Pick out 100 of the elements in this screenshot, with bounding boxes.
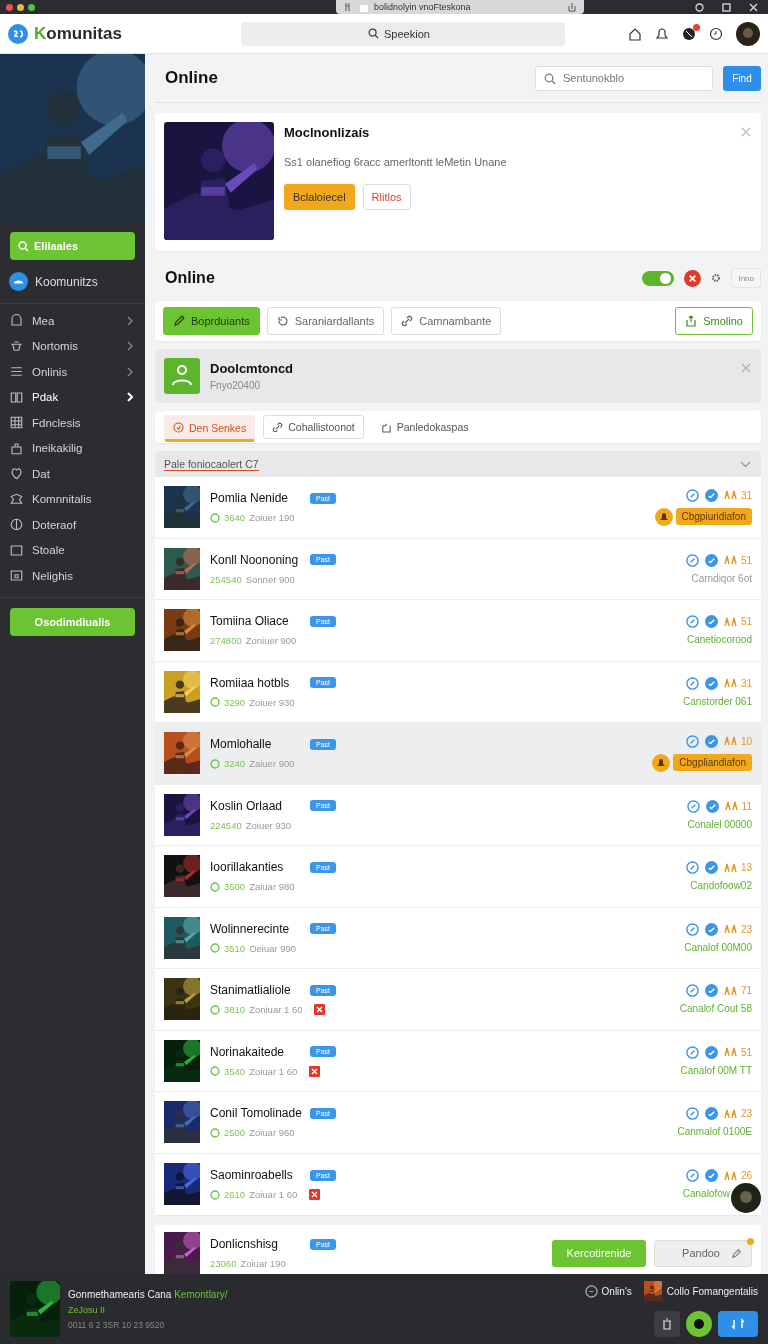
people-icon: [164, 358, 200, 394]
nav-item[interactable]: Fdnclesis: [0, 410, 145, 436]
secondary-button[interactable]: Pandoo: [654, 1239, 752, 1267]
nav-item[interactable]: Mea: [0, 308, 145, 334]
nav-item[interactable]: Stoale: [0, 537, 145, 563]
check-circle-icon[interactable]: [704, 861, 718, 875]
shield-icon[interactable]: [695, 2, 704, 12]
bell-icon[interactable]: [655, 26, 669, 41]
nav-item[interactable]: Doteraof: [0, 512, 145, 538]
status-text: Candofoow02: [690, 880, 752, 892]
maximize-icon[interactable]: [722, 2, 731, 12]
row-subtitle: Sonner 900: [245, 573, 295, 585]
pencil-circle-icon[interactable]: [685, 615, 699, 629]
check-circle-icon[interactable]: [704, 553, 718, 567]
row-code: 3640: [224, 512, 246, 524]
nav-item[interactable]: Onlinis: [0, 359, 145, 385]
secondary-button[interactable]: Rlitlos: [362, 184, 411, 210]
address-text: bolidnolyin vnoFteskona: [374, 2, 472, 12]
toggle-switch[interactable]: [642, 270, 675, 286]
row-title: Koslin Orlaad: [210, 798, 284, 813]
check-circle-icon[interactable]: [704, 1169, 718, 1183]
close-circle-icon[interactable]: [684, 269, 702, 287]
list-header[interactable]: Pale foniocaolert C7: [155, 451, 761, 477]
row-subtitle: Zoiuar 1 60: [249, 1065, 298, 1077]
row-title: Ioorillakanties: [210, 860, 285, 875]
avatar[interactable]: [736, 21, 760, 46]
tab[interactable]: Camnambante: [391, 307, 502, 335]
rating: 11: [741, 800, 752, 812]
tab[interactable]: Cohallistoonot: [263, 415, 364, 439]
nav-icon: [9, 491, 24, 507]
row-title: Norinakaitede: [210, 1044, 286, 1059]
trash-button[interactable]: [654, 1311, 680, 1337]
pencil-circle-icon[interactable]: [685, 922, 699, 936]
address-bar[interactable]: bolidnolyin vnoFteskona: [336, 0, 584, 14]
search-field[interactable]: Speekion: [241, 21, 565, 46]
status-text: Canetiocorood: [686, 634, 752, 646]
check-circle-icon[interactable]: [704, 488, 718, 502]
check-circle-icon[interactable]: [704, 984, 718, 998]
pencil-circle-icon[interactable]: [685, 734, 699, 748]
nav-icon: [9, 466, 24, 482]
nav-item[interactable]: Pdak: [0, 384, 145, 410]
pencil-circle-icon[interactable]: [685, 861, 699, 875]
pencil-circle-icon[interactable]: [685, 488, 699, 502]
share-icon: [568, 2, 576, 12]
check-circle-icon[interactable]: [704, 734, 718, 748]
row-code: 3240: [224, 758, 246, 770]
window-zoom-dot[interactable]: [28, 3, 35, 11]
community-name[interactable]: Koomunitzs: [35, 274, 98, 289]
channel-name[interactable]: Collo Fomangentalis: [666, 1285, 758, 1297]
search-icon: [18, 240, 29, 252]
check-circle-icon[interactable]: [704, 1045, 718, 1059]
status-tag: Cbgpiuridiafon: [675, 508, 752, 526]
settings-icon[interactable]: [711, 273, 722, 283]
check-circle-icon[interactable]: [704, 615, 718, 629]
nav-item[interactable]: Nelighis: [0, 563, 145, 589]
nav-item[interactable]: Nortomis: [0, 333, 145, 359]
play-button[interactable]: [686, 1311, 712, 1337]
nav-icon: [9, 389, 24, 405]
nav-item[interactable]: Dat: [0, 461, 145, 487]
status-text: Carndiqor 6ot: [691, 572, 752, 584]
share-button[interactable]: Smolino: [675, 307, 753, 335]
tab[interactable]: Boprduiants: [163, 307, 260, 335]
medal-icon: [723, 555, 738, 566]
logo-icon: [8, 23, 28, 44]
row-title: Tomiina Oliace: [210, 614, 290, 629]
notice-subtitle: Fnyo20400: [210, 380, 262, 391]
window-minimize-dot[interactable]: [17, 3, 24, 11]
pencil-circle-icon[interactable]: [685, 1169, 699, 1183]
window-close-dot[interactable]: [6, 3, 13, 11]
check-circle-icon[interactable]: [704, 676, 718, 690]
avatar[interactable]: [731, 1183, 761, 1213]
nav-item[interactable]: Komnnitalis: [0, 486, 145, 512]
link-icon: [272, 421, 284, 433]
pencil-circle-icon[interactable]: [685, 1045, 699, 1059]
online-status[interactable]: Onlin's: [584, 1284, 632, 1298]
row-code: 23060: [210, 1258, 237, 1269]
check-circle-icon[interactable]: [705, 799, 719, 813]
track-subtitle: ZeJosu II: [68, 1304, 106, 1315]
community-icon: [9, 272, 28, 291]
clock-icon[interactable]: [709, 26, 723, 41]
pencil-circle-icon[interactable]: [686, 799, 700, 813]
globe-icon[interactable]: [682, 26, 696, 41]
check-circle-icon[interactable]: [704, 1107, 718, 1121]
tab[interactable]: Den Senkes: [164, 415, 256, 442]
sync-button[interactable]: [718, 1311, 758, 1337]
tab[interactable]: Saraniardallants: [266, 307, 385, 335]
pencil-circle-icon[interactable]: [685, 676, 699, 690]
row-code: 2500: [224, 1127, 246, 1139]
pencil-circle-icon[interactable]: [685, 553, 699, 567]
pencil-circle-icon[interactable]: [685, 1107, 699, 1121]
search-field[interactable]: Sentunokblo: [535, 65, 713, 91]
sync-icon: [731, 1318, 745, 1330]
primary-button[interactable]: Bclaloiecel: [284, 184, 355, 210]
home-icon[interactable]: [628, 26, 642, 41]
small-button[interactable]: Inno: [731, 268, 761, 288]
rating: 26: [740, 1170, 752, 1182]
pencil-circle-icon[interactable]: [685, 984, 699, 998]
medal-icon: [723, 678, 738, 689]
nav-item[interactable]: Ineikakilig: [0, 435, 145, 461]
check-circle-icon[interactable]: [704, 922, 718, 936]
